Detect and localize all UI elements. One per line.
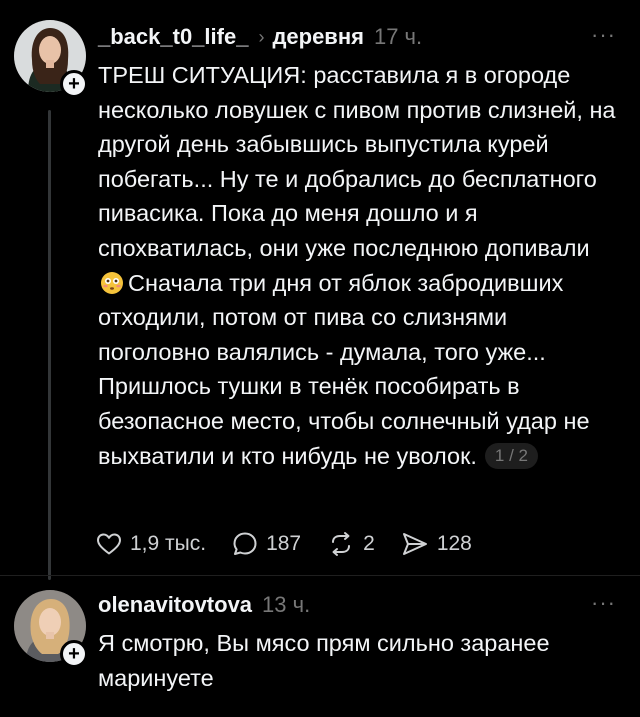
reply-count: 187 [266,532,302,555]
send-icon [402,533,427,555]
more-options-icon[interactable]: ··· [591,22,616,48]
heart-icon [97,533,121,555]
reply-more-options-icon[interactable]: ··· [591,590,616,616]
repost-count: 2 [363,532,375,555]
chevron-right-icon: › [258,26,265,47]
repost-icon [332,532,351,556]
like-button[interactable]: 1,9 тыс. [96,532,206,556]
post-actions: 1,9 тыс. 187 2 128 [96,527,498,561]
reply-text: Я смотрю, Вы мясо прям сильно заранее ма… [98,630,550,691]
reply-header: olenavitovtova 13 ч. [98,590,310,620]
comment-bubble-icon [233,532,257,555]
page-indicator: 1 / 2 [484,442,539,469]
post-divider [0,575,640,576]
repost-button[interactable]: 2 [327,531,375,557]
post-username[interactable]: _back_t0_life_ [98,24,248,50]
post-text-part-1: ТРЕШ СИТУАЦИЯ: расставила я в огороде не… [98,62,616,261]
flushed-face-icon [101,271,123,294]
post-header: _back_t0_life_ › деревня 17 ч. [98,22,422,52]
reply-timestamp: 13 ч. [262,592,311,617]
post-timestamp: 17 ч. [373,24,423,49]
share-count: 128 [436,532,472,555]
post-text-part-2: Сначала три дня от яблок забродивших отх… [98,269,590,469]
share-button[interactable]: 128 [401,531,472,557]
follow-button[interactable]: + [60,70,88,98]
reply-button[interactable]: 187 [232,531,301,557]
post-text: ТРЕШ СИТУАЦИЯ: расставила я в огороде не… [98,58,618,473]
like-count: 1,9 тыс. [130,532,207,555]
thread-line [48,110,51,580]
post-topic[interactable]: деревня [272,24,364,50]
reply-follow-button[interactable]: + [60,640,88,668]
reply-username[interactable]: olenavitovtova [98,592,252,618]
